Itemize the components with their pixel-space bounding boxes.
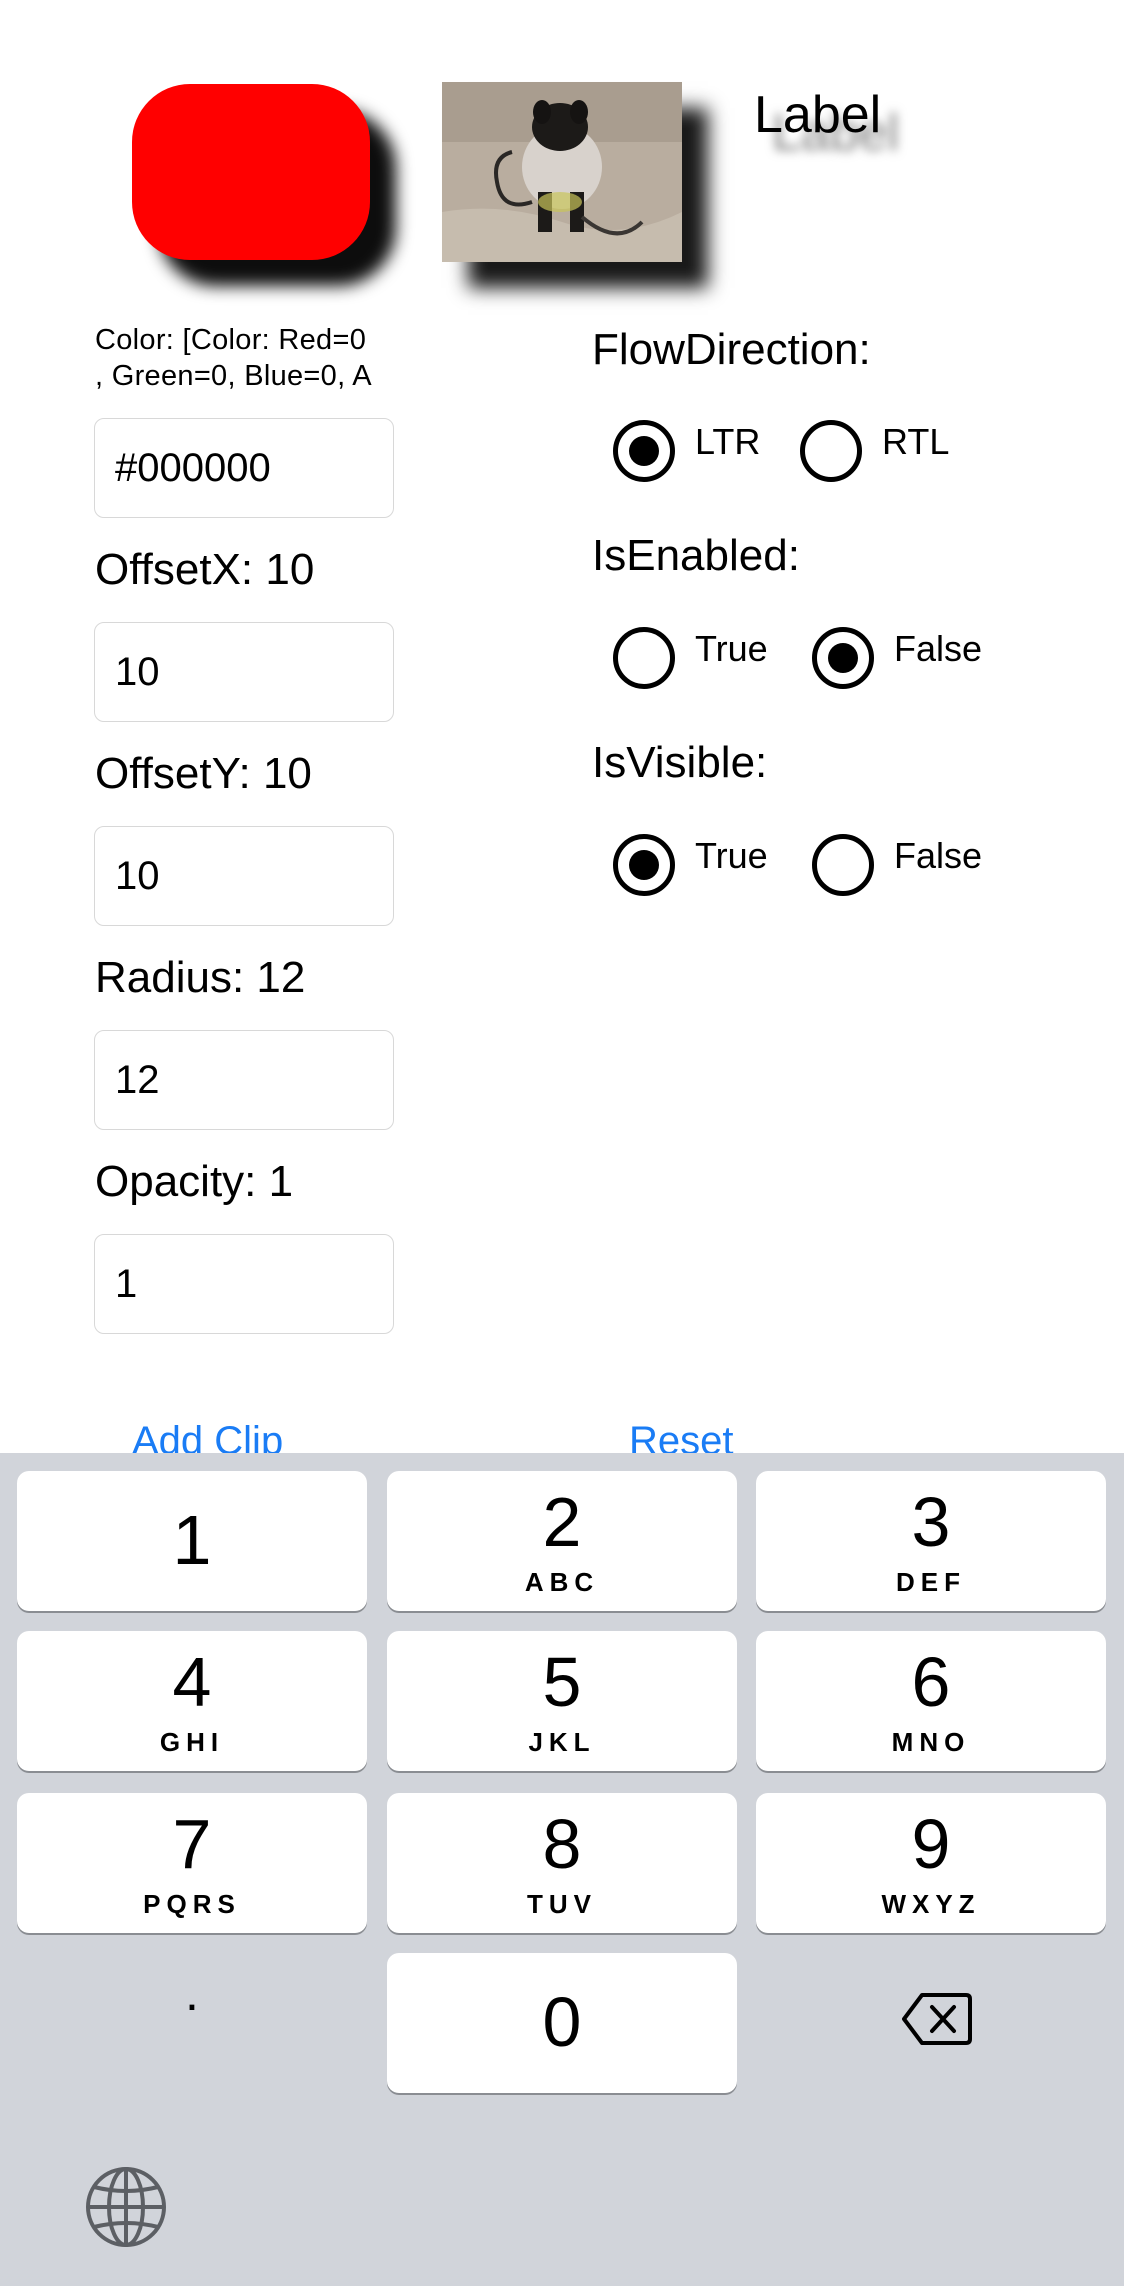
enabled-false-label: False	[894, 628, 983, 669]
key-2[interactable]: 2 ABC	[387, 1471, 737, 1611]
key-digit: 5	[542, 1643, 582, 1721]
key-letters: ABC	[524, 1567, 600, 1597]
key-digit: 0	[542, 1983, 582, 2061]
enabled-true-radio[interactable]	[613, 627, 675, 689]
opacity-input[interactable]: 1	[94, 1234, 394, 1334]
enabled-false-radio[interactable]	[812, 627, 874, 689]
key-digit: 3	[911, 1483, 951, 1561]
radius-input[interactable]: 12	[94, 1030, 394, 1130]
key-digit: 8	[542, 1805, 582, 1883]
opacity-label: Opacity: 1	[95, 1157, 294, 1206]
key-0[interactable]: 0	[387, 1953, 737, 2093]
radius-label: Radius: 12	[95, 953, 306, 1002]
key-digit: 7	[172, 1805, 212, 1883]
flow-direction-label: FlowDirection:	[592, 325, 871, 374]
key-dot[interactable]: .	[17, 1963, 367, 2063]
key-digit: 2	[542, 1483, 582, 1561]
key-1[interactable]: 1	[17, 1471, 367, 1611]
visible-false-radio[interactable]	[812, 834, 874, 896]
shadow-preview-box	[132, 84, 370, 260]
key-digit: 1	[172, 1501, 212, 1579]
key-letters: TUV	[527, 1889, 597, 1919]
key-letters: GHI	[159, 1727, 225, 1757]
offset-y-label: OffsetY: 10	[95, 749, 312, 798]
key-5[interactable]: 5 JKL	[387, 1631, 737, 1771]
enabled-true-label: True	[695, 628, 768, 669]
preview-label: Label	[754, 86, 882, 144]
is-enabled-label: IsEnabled:	[592, 531, 800, 580]
flow-ltr-label: LTR	[695, 421, 761, 462]
is-visible-label: IsVisible:	[592, 738, 768, 787]
key-4[interactable]: 4 GHI	[17, 1631, 367, 1771]
offset-x-input[interactable]: 10	[94, 622, 394, 722]
numeric-keyboard: 1 2 ABC 3 DEF 4 GHI 5 JKL 6 MNO 7 PQRS 8…	[0, 1453, 1124, 2286]
visible-true-radio[interactable]	[613, 834, 675, 896]
key-digit: 9	[911, 1805, 951, 1883]
offset-x-label: OffsetX: 10	[95, 545, 315, 594]
key-letters: MNO	[891, 1727, 971, 1757]
key-digit: 6	[911, 1643, 951, 1721]
key-8[interactable]: 8 TUV	[387, 1793, 737, 1933]
flow-ltr-radio[interactable]	[613, 420, 675, 482]
visible-false-label: False	[894, 835, 983, 876]
visible-true-label: True	[695, 835, 768, 876]
shadow-color-text: Color: [Color: Red=0 , Green=0, Blue=0, …	[95, 324, 372, 392]
key-9[interactable]: 9 WXYZ	[756, 1793, 1106, 1933]
offset-y-input[interactable]: 10	[94, 826, 394, 926]
backspace-icon[interactable]	[902, 1989, 972, 2049]
key-digit: 4	[172, 1643, 212, 1721]
flow-rtl-radio[interactable]	[800, 420, 862, 482]
key-letters: WXYZ	[881, 1889, 981, 1919]
key-6[interactable]: 6 MNO	[756, 1631, 1106, 1771]
key-letters: DEF	[896, 1567, 966, 1597]
globe-icon[interactable]	[84, 2165, 168, 2249]
key-3[interactable]: 3 DEF	[756, 1471, 1106, 1611]
dog-photo	[442, 82, 682, 262]
flow-rtl-label: RTL	[882, 421, 950, 462]
key-letters: PQRS	[143, 1889, 241, 1919]
key-7[interactable]: 7 PQRS	[17, 1793, 367, 1933]
color-input[interactable]: #000000	[94, 418, 394, 518]
key-letters: JKL	[528, 1727, 596, 1757]
